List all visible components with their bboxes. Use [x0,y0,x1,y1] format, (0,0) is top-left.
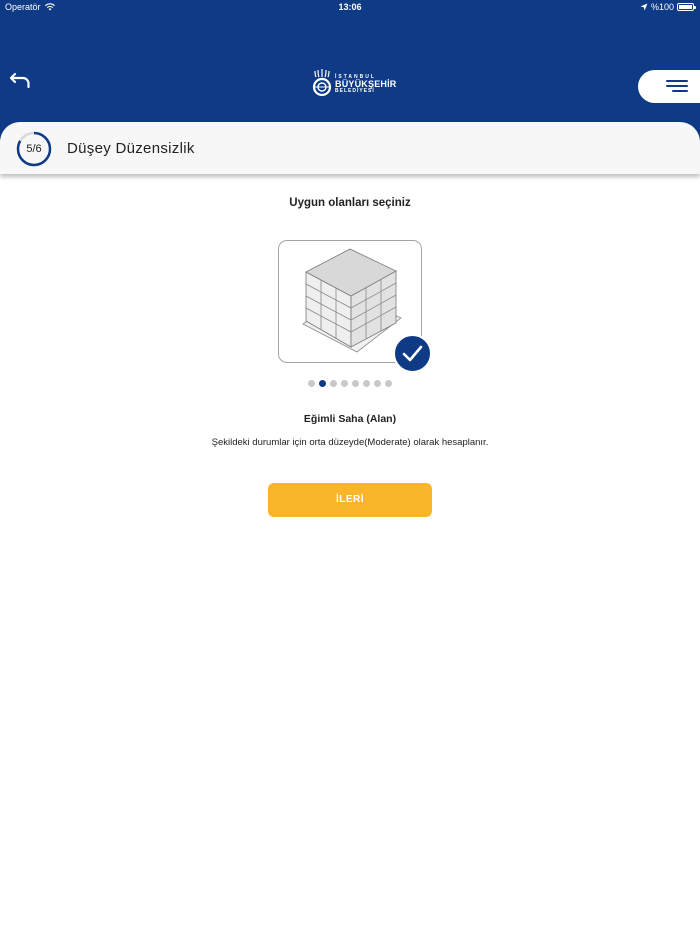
question-text: Uygun olanları seçiniz [289,197,411,209]
status-bar: Operatör 13:06 %100 [0,0,700,14]
status-time: 13:06 [338,2,362,12]
pagination-dot[interactable] [374,380,381,387]
step-title: Düşey Düzensizlik [67,140,195,157]
menu-line-middle [666,85,688,87]
ibb-logo: İSTANBUL BÜYÜKŞEHİR BELEDİYESİ [312,69,397,99]
menu-line-top [666,80,688,82]
pagination-dot[interactable] [341,380,348,387]
status-right: %100 [640,2,696,12]
pagination-dot[interactable] [330,380,337,387]
pagination-dot[interactable] [385,380,392,387]
ibb-emblem-icon [312,69,332,97]
step-counter: 5/6 [26,143,42,155]
pagination-dot[interactable] [308,380,315,387]
logo-line-3: BELEDİYESİ [335,87,375,94]
next-button[interactable]: İLERİ [268,483,432,517]
menu-line-bottom [672,90,688,92]
location-arrow-icon [640,3,648,11]
option-title: Eğimli Saha (Alan) [303,413,397,425]
app-header: Operatör 13:06 %100 İSTANBUL BÜYÜKŞEHİR … [0,0,700,140]
battery-icon [677,3,696,11]
battery-level [679,5,692,9]
pagination-dot[interactable] [319,380,326,387]
pagination-dot[interactable] [363,380,370,387]
step-progress-ring: 5/6 [16,131,52,167]
selected-check-icon[interactable] [393,334,432,373]
back-arrow-icon[interactable] [8,68,34,94]
option-description: Şekildeki durumlar için orta düzeyde(Mod… [211,437,489,448]
step-header: 5/6 Düşey Düzensizlik [0,122,700,174]
pagination-dot[interactable] [352,380,359,387]
logo-text: İSTANBUL BÜYÜKŞEHİR BELEDİYESİ [335,74,397,94]
hamburger-menu-icon[interactable] [638,70,700,103]
carousel-pagination [0,380,700,387]
battery-percent: %100 [650,2,674,12]
checkmark-icon [402,345,423,362]
